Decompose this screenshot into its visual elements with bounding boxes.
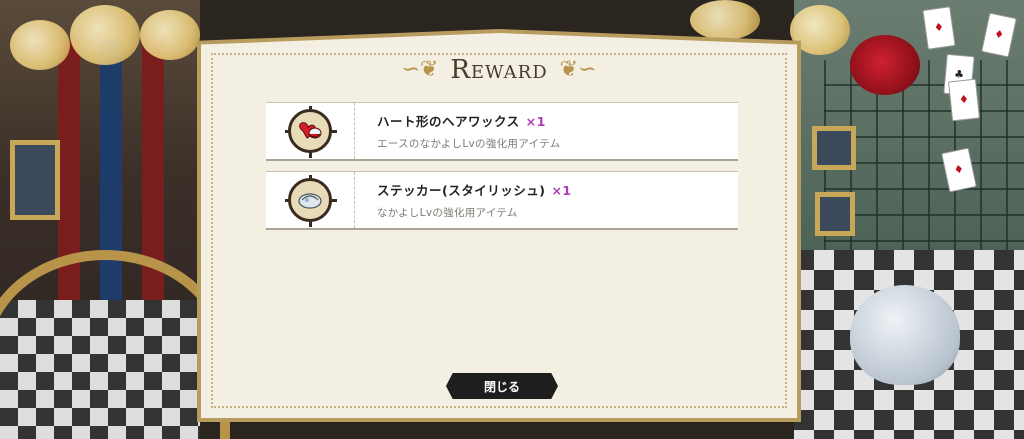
reward-item-description: エースのなかよしLvの強化用アイテム [377, 138, 561, 150]
chandelier-light [10, 20, 70, 70]
chandelier-light [70, 5, 140, 65]
reward-item-text: ステッカー(スタイリッシュ) ×1 なかよしLvの強化用アイテム [355, 180, 572, 220]
wall-picture-frame [10, 140, 60, 220]
wall-picture-frame [815, 192, 855, 236]
reward-dialog: ∽❦ Reward ❦∽ ハート形のヘアワックス ×1 エースのなかよしLvの強… [197, 29, 801, 422]
reward-item: ステッカー(スタイリッシュ) ×1 なかよしLvの強化用アイテム [266, 171, 738, 230]
reward-item-icon-slot [266, 172, 355, 228]
reward-item-description: なかよしLvの強化用アイテム [377, 207, 518, 219]
reward-item-text: ハート形のヘアワックス ×1 エースのなかよしLvの強化用アイテム [355, 111, 560, 151]
reward-item: ハート形のヘアワックス ×1 エースのなかよしLvの強化用アイテム [266, 102, 738, 161]
chandelier-light [690, 0, 760, 40]
dialog-header: ∽❦ Reward ❦∽ [201, 45, 797, 95]
left-flourish-icon: ∽❦ [401, 57, 439, 82]
reward-item-quantity: ×1 [551, 183, 572, 198]
right-flourish-icon: ❦∽ [559, 57, 597, 82]
wall-picture-frame [812, 126, 856, 170]
sticker-icon [285, 175, 332, 222]
reward-item-quantity: ×1 [525, 114, 546, 129]
teapot-decoration [850, 285, 960, 385]
playing-card: ♦ [922, 6, 956, 50]
reward-list: ハート形のヘアワックス ×1 エースのなかよしLvの強化用アイテム ステッカー(… [266, 102, 738, 240]
playing-card: ♦ [947, 78, 981, 122]
dialog-title: Reward [450, 55, 548, 85]
close-button[interactable]: 閉じる [446, 373, 558, 399]
red-rose-decoration [850, 35, 920, 95]
window-lattice [824, 60, 1024, 280]
reward-item-name: ハート形のヘアワックス [377, 114, 520, 129]
reward-item-icon-slot [266, 103, 355, 159]
reward-dialog-panel: ∽❦ Reward ❦∽ ハート形のヘアワックス ×1 エースのなかよしLvの強… [201, 33, 797, 418]
hair-wax-icon [285, 106, 332, 153]
chandelier-light [140, 10, 200, 60]
reward-item-name: ステッカー(スタイリッシュ) [377, 183, 546, 198]
